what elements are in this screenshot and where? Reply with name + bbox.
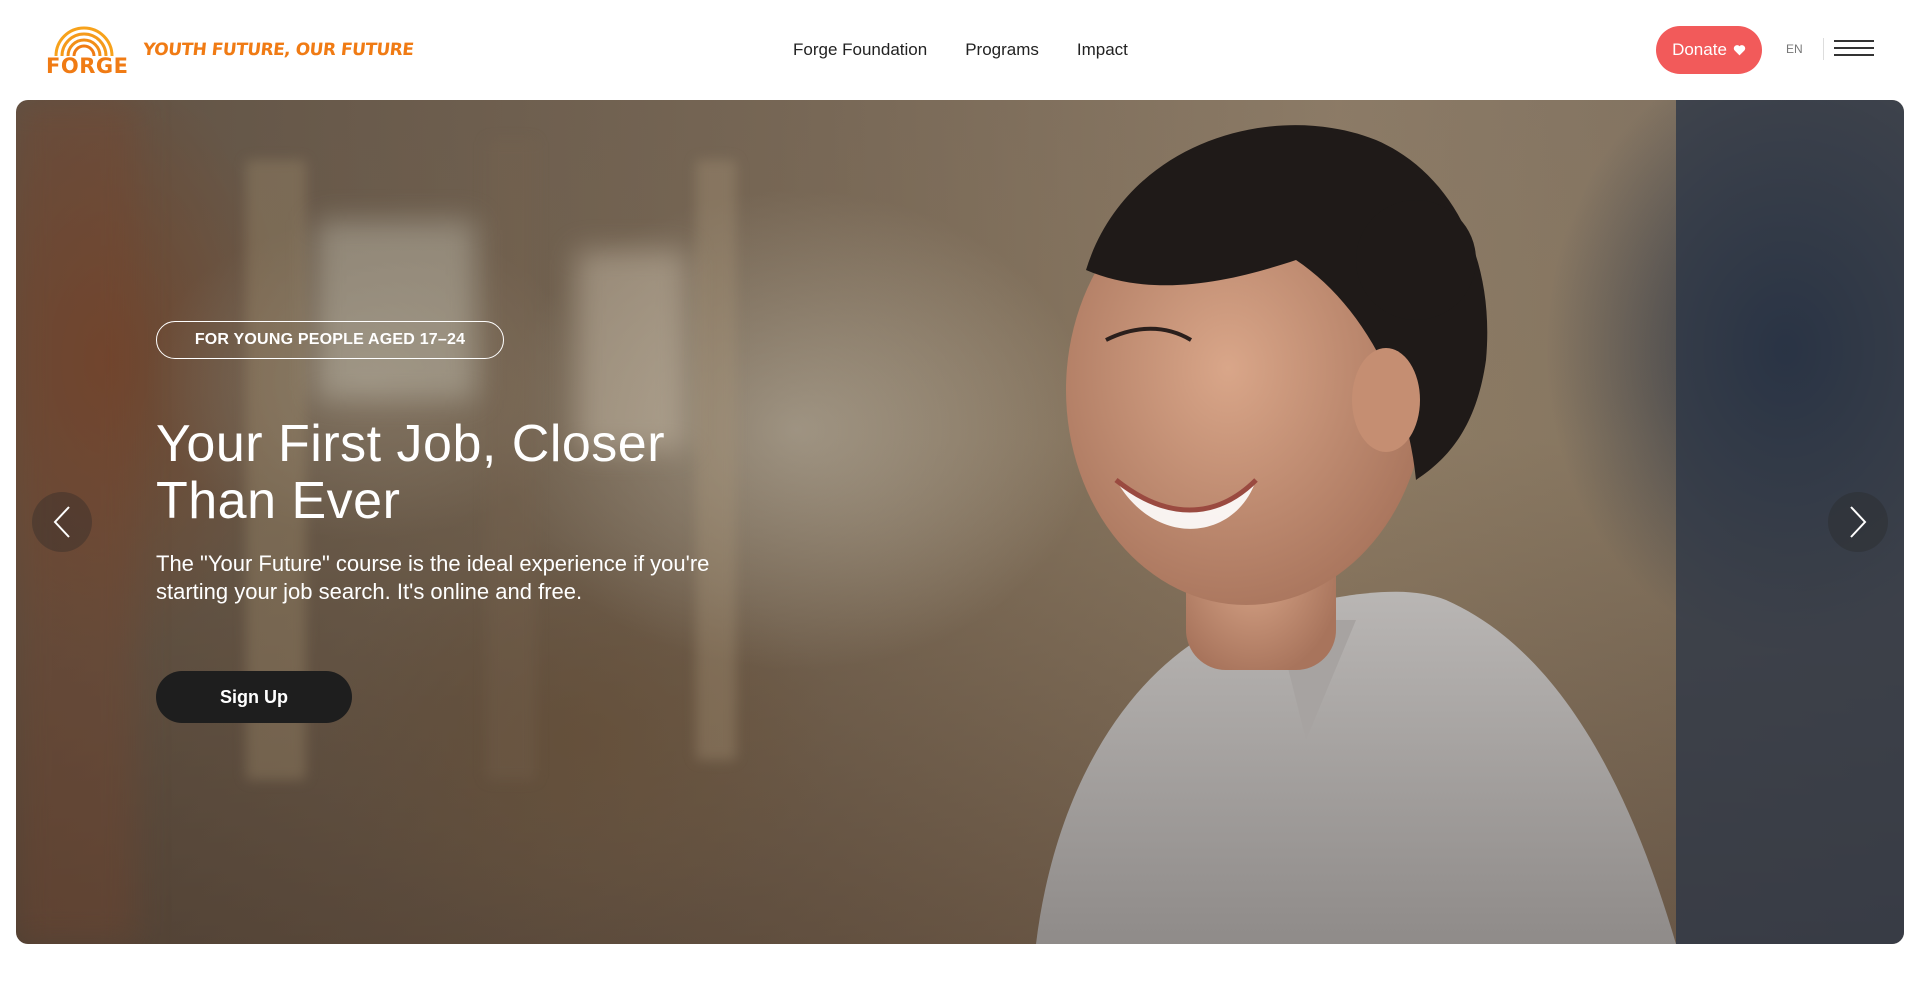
hero-title: Your First Job, Closer Than Ever: [156, 415, 666, 530]
nav-link-impact[interactable]: Impact: [1077, 40, 1128, 62]
audience-tag: FOR YOUNG PEOPLE AGED 17–24: [156, 321, 504, 359]
nav-link-forge-foundation[interactable]: Forge Foundation: [793, 40, 927, 62]
carousel-next-button[interactable]: [1828, 492, 1888, 552]
hero-banner: FOR YOUNG PEOPLE AGED 17–24 Your First J…: [16, 100, 1904, 944]
forge-logo[interactable]: FORGE: [46, 24, 129, 78]
donate-button[interactable]: Donate: [1656, 26, 1762, 74]
heart-icon: [1733, 45, 1746, 56]
rainbow-arc-icon: [54, 26, 114, 57]
hero-description: The "Your Future" course is the ideal ex…: [156, 551, 710, 604]
language-switch[interactable]: EN: [1786, 42, 1803, 56]
tagline: YOUTH FUTURE, OUR FUTURE: [141, 40, 415, 60]
carousel-prev-button[interactable]: [32, 492, 92, 552]
header-divider: [1823, 38, 1824, 60]
donate-label: Donate: [1672, 40, 1727, 59]
logo-wordmark: FORGE: [46, 54, 129, 78]
site-header: FORGE YOUTH FUTURE, OUR FUTURE Forge Fou…: [0, 0, 1920, 100]
chevron-left-icon: [53, 506, 70, 538]
sign-up-button[interactable]: Sign Up: [156, 671, 352, 723]
hero-person-image: [1036, 100, 1904, 944]
chevron-right-icon: [1850, 506, 1867, 538]
hamburger-menu-icon[interactable]: [1834, 38, 1874, 60]
nav-link-programs[interactable]: Programs: [965, 40, 1039, 62]
main-nav: Forge Foundation Programs Impact: [793, 40, 1128, 62]
